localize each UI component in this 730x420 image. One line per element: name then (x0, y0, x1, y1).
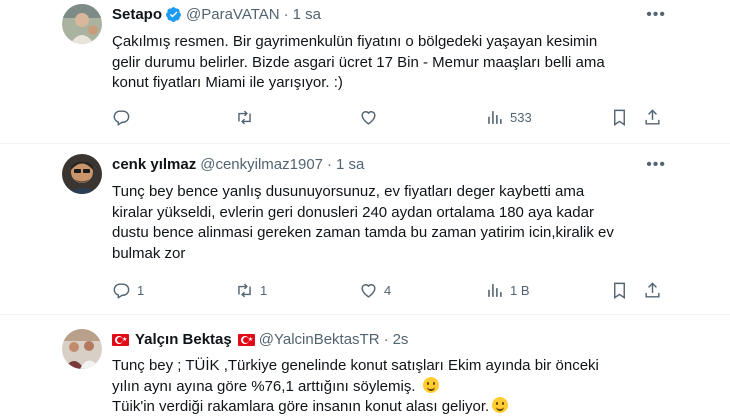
reply-button[interactable] (112, 108, 131, 127)
smile-emoji-icon (492, 397, 509, 413)
user-handle[interactable]: @cenkyilmaz1907 (200, 156, 323, 173)
tweet-text-segment: yılın aynı ayına göre %76,1 arttığını sö… (112, 377, 416, 395)
tweet-text-line: dustu bence alinmasi gereken zaman tamda… (112, 224, 614, 241)
timestamp[interactable]: 1 sa (293, 6, 321, 23)
views-button[interactable]: 1 B (485, 281, 530, 300)
turkey-flag-icon: ★ (112, 333, 129, 346)
retweet-button[interactable] (235, 108, 254, 127)
smile-emoji-icon (422, 376, 439, 393)
avatar[interactable] (62, 329, 102, 369)
tweet-text: Çakılmış resmen. Bir gayrimenkulün fiyat… (112, 32, 672, 94)
turkey-flag-icon: ★ (237, 333, 255, 346)
retweet-icon (238, 110, 251, 125)
verified-badge-icon (165, 6, 182, 23)
avatar-image (62, 329, 102, 369)
tweet-text-line: yılın aynı ayına göre %76,1 arttığını sö… (112, 376, 672, 398)
bookmark-icon (614, 282, 625, 299)
reply-icon (113, 110, 130, 126)
views-button[interactable]: 533 (485, 108, 532, 127)
more-icon[interactable]: ••• (646, 156, 666, 174)
heart-icon (361, 111, 376, 125)
tweet-text-line: Tunç bey bence yanlış dusunuyorsunuz, ev… (112, 183, 585, 200)
avatar[interactable] (62, 4, 102, 44)
tweet-text: Tunç bey bence yanlış dusunuyorsunuz, ev… (112, 182, 672, 264)
tweet-cenk-yilmaz[interactable]: cenk yılmaz @cenkyilmaz1907 · 1 sa ••• T… (0, 144, 730, 310)
separator-dot: · (283, 6, 289, 23)
like-count: 4 (384, 283, 392, 298)
tweet-text-line: kiralar yükseldi, evlerin geri donusleri… (112, 203, 594, 221)
user-handle[interactable]: @ParaVATAN (186, 6, 280, 23)
share-button[interactable] (643, 108, 662, 127)
separator-dot: · (383, 331, 389, 348)
retweet-count: 1 (260, 283, 268, 298)
action-bar: 533 (112, 108, 672, 130)
tweet-text-line: Çakılmış resmen. Bir gayrimenkulün fiyat… (112, 33, 598, 50)
retweet-icon (238, 283, 251, 298)
timestamp[interactable]: 1 sa (336, 156, 364, 173)
separator-dot: · (327, 156, 333, 173)
tweet-text-line: gelir durumu belirler. Bizde asgari ücre… (112, 53, 605, 71)
views-count: 1 B (510, 283, 530, 298)
reply-button[interactable]: 1 (112, 281, 144, 300)
display-name[interactable]: cenk yılmaz (112, 156, 196, 173)
share-button[interactable] (643, 281, 662, 300)
user-handle[interactable]: @YalcinBektasTR (259, 331, 380, 348)
like-button[interactable] (359, 108, 378, 127)
tweet-text: Tunç bey ; TÜİK ,Türkiye genelinde konut… (112, 356, 672, 418)
views-count: 533 (510, 110, 532, 125)
avatar-image (62, 154, 102, 194)
tweet-setapo[interactable]: Setapo @ParaVATAN · 1 sa ••• Çakılmış re… (0, 0, 730, 140)
tweet-text-line: Tunç bey ; TÜİK ,Türkiye genelinde konut… (112, 357, 599, 374)
tweet-text-segment: Tüik'in verdiği rakamlara göre insanın k… (112, 398, 490, 415)
display-name[interactable]: Yalçın Bektaş (135, 331, 232, 348)
retweet-button[interactable]: 1 (235, 281, 267, 300)
like-button[interactable]: 4 (359, 281, 391, 300)
tweet-header: cenk yılmaz @cenkyilmaz1907 · 1 sa (112, 156, 364, 173)
views-icon (488, 284, 502, 297)
reply-icon (113, 283, 130, 299)
bookmark-button[interactable] (610, 108, 629, 127)
display-name[interactable]: Setapo (112, 6, 162, 23)
tweet-header: Setapo @ParaVATAN · 1 sa (112, 6, 321, 23)
tweet-text-line: konut fiyatları Miami ile yarışıyor. :) (112, 74, 343, 91)
tweet-text-line: Tüik'in verdiği rakamlara göre insanın k… (112, 397, 672, 418)
tweet-yalcin-bektas[interactable]: ★ Yalçın Bektaş ★ @YalcinBektasTR · 2s T… (0, 315, 730, 420)
bookmark-button[interactable] (610, 281, 629, 300)
views-icon (488, 111, 502, 124)
bookmark-icon (614, 109, 625, 126)
share-icon (645, 109, 660, 125)
more-icon[interactable]: ••• (646, 6, 666, 24)
heart-icon (361, 284, 376, 298)
avatar-image (62, 4, 102, 44)
timestamp[interactable]: 2s (393, 331, 409, 348)
share-icon (645, 282, 660, 298)
reply-count: 1 (137, 283, 145, 298)
tweet-text-line: bulmak zor (112, 244, 186, 262)
action-bar: 1 1 4 1 B (112, 281, 672, 303)
avatar[interactable] (62, 154, 102, 194)
tweet-header: ★ Yalçın Bektaş ★ @YalcinBektasTR · 2s (112, 331, 408, 348)
